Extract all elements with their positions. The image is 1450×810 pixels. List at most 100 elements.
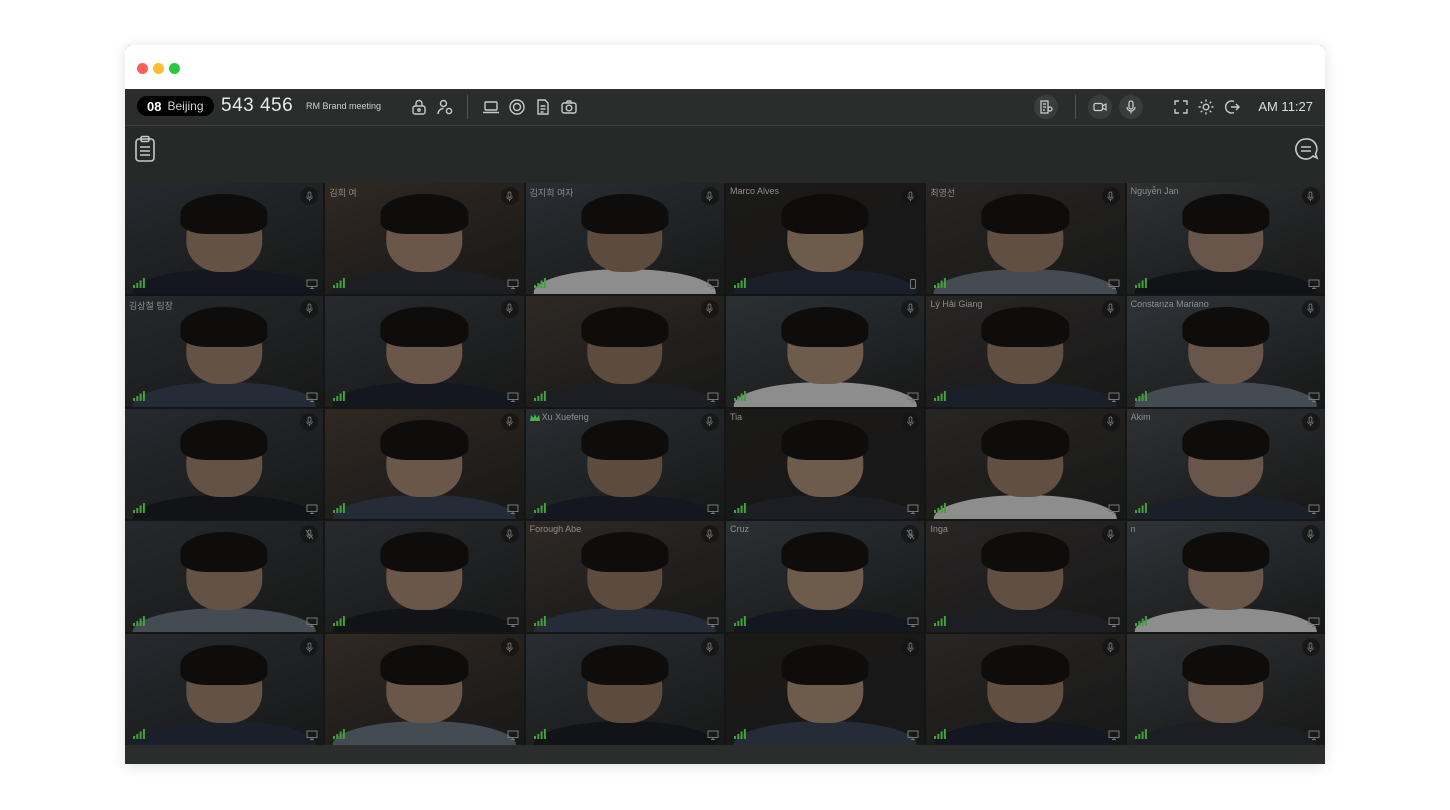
- mic-icon[interactable]: [500, 299, 519, 318]
- mic-icon[interactable]: [1101, 299, 1120, 318]
- desktop-device-icon: [1108, 730, 1120, 740]
- participant-tile[interactable]: Nguyễn Jan: [1126, 183, 1325, 294]
- participant-name: Xu Xuefeng: [541, 411, 589, 422]
- participant-tile[interactable]: [725, 634, 925, 745]
- participant-tile[interactable]: [325, 634, 524, 745]
- signal-strength-icon: [1134, 277, 1147, 288]
- participant-tile[interactable]: Akim: [1126, 408, 1325, 520]
- participant-tile[interactable]: 최영선: [926, 183, 1125, 294]
- signal-strength-icon: [533, 616, 546, 627]
- chat-icon[interactable]: [1293, 135, 1319, 163]
- zoom-window-button[interactable]: [169, 63, 180, 74]
- video-overlay: [525, 521, 724, 633]
- signal-strength-icon: [733, 503, 746, 514]
- participant-tile[interactable]: Xu Xuefeng: [525, 408, 724, 520]
- participant-tile[interactable]: n: [1126, 521, 1325, 633]
- participant-tile[interactable]: [325, 408, 524, 520]
- signal-strength-icon: [133, 729, 145, 739]
- participant-tile[interactable]: [525, 634, 724, 745]
- signal-strength-icon: [333, 277, 346, 288]
- signal-strength-icon: [333, 616, 346, 627]
- record-icon[interactable]: [507, 97, 527, 117]
- participant-tile[interactable]: [125, 634, 324, 745]
- laptop-icon[interactable]: [481, 97, 501, 117]
- participant-tile[interactable]: Marco Alves: [725, 183, 925, 294]
- close-window-button[interactable]: [137, 63, 148, 74]
- participant-tile[interactable]: Lý Hải Giang: [926, 295, 1125, 407]
- fullscreen-icon[interactable]: [1171, 97, 1191, 117]
- signal-strength-icon: [934, 277, 947, 288]
- mic-icon[interactable]: [500, 638, 519, 657]
- participant-tile[interactable]: Inga: [926, 521, 1125, 633]
- mic-icon[interactable]: [700, 299, 719, 318]
- mic-icon[interactable]: [901, 412, 920, 431]
- video-overlay: [125, 408, 324, 520]
- mic-icon[interactable]: [1301, 187, 1320, 205]
- participant-tile[interactable]: [926, 634, 1125, 745]
- participant-tile[interactable]: 김상철 팀장: [125, 295, 324, 407]
- participant-tile[interactable]: [325, 521, 524, 633]
- participant-tile[interactable]: Cruz: [725, 521, 925, 633]
- mic-icon[interactable]: [1101, 525, 1120, 544]
- mic-icon[interactable]: [1101, 412, 1120, 431]
- mic-icon[interactable]: [700, 187, 719, 205]
- video-overlay: [125, 295, 324, 407]
- lock-icon[interactable]: [409, 97, 429, 117]
- participant-tile[interactable]: Constanza Mariano: [1126, 295, 1325, 407]
- participant-tile[interactable]: Tia: [725, 408, 925, 520]
- video-overlay: [525, 295, 724, 407]
- participant-tile[interactable]: [525, 295, 724, 407]
- video-overlay: [725, 634, 925, 745]
- mic-icon[interactable]: [1101, 638, 1120, 657]
- document-icon[interactable]: [533, 97, 553, 117]
- participant-tile[interactable]: 김지희 여자: [525, 183, 724, 294]
- participant-tile[interactable]: [125, 183, 324, 294]
- mic-icon[interactable]: [500, 412, 519, 431]
- video-overlay: [926, 408, 1125, 520]
- mic-icon[interactable]: [1301, 412, 1320, 431]
- signal-strength-icon: [133, 390, 145, 401]
- minimize-window-button[interactable]: [153, 63, 164, 74]
- participant-tile[interactable]: 김희 여: [325, 183, 524, 294]
- camera-icon[interactable]: [559, 97, 579, 117]
- exit-icon[interactable]: [1222, 97, 1242, 117]
- participant-name: 김희 여: [329, 188, 357, 198]
- mic-icon[interactable]: [500, 525, 519, 544]
- video-overlay: [1126, 295, 1325, 407]
- desktop-device-icon: [1308, 730, 1320, 740]
- mic-icon[interactable]: [1301, 299, 1320, 318]
- participant-name: 최영선: [930, 188, 956, 198]
- participant-name: Inga: [930, 524, 948, 535]
- video-overlay: [725, 521, 925, 633]
- room-badge: 08 Beijing: [137, 96, 214, 116]
- mic-icon[interactable]: [300, 412, 319, 431]
- video-overlay: [325, 183, 524, 294]
- desktop-device-icon: [1108, 392, 1120, 402]
- user-settings-icon[interactable]: [435, 97, 455, 117]
- video-overlay: [525, 183, 724, 294]
- mic-icon[interactable]: [500, 187, 519, 205]
- signal-strength-icon: [934, 729, 947, 739]
- video-icon[interactable]: [1088, 95, 1112, 119]
- participant-grid: 김희 여 김지희 여자 Marco Alves 최영선 Nguyễn Jan 김상철 팀장…: [125, 183, 1325, 745]
- clipboard-icon[interactable]: [133, 135, 157, 163]
- participant-tile[interactable]: [725, 295, 925, 407]
- participants-list-icon[interactable]: [1034, 95, 1058, 119]
- participant-tile[interactable]: [325, 295, 524, 407]
- signal-strength-icon: [533, 390, 546, 401]
- toolbar-separator: [1075, 95, 1076, 119]
- participant-tile[interactable]: [125, 521, 324, 633]
- signal-strength-icon: [133, 277, 145, 288]
- mic-icon[interactable]: [1119, 95, 1143, 119]
- desktop-device-icon: [306, 504, 318, 515]
- participant-tile[interactable]: Forough Abe: [525, 521, 724, 633]
- participant-tile[interactable]: [926, 408, 1125, 520]
- participant-tile[interactable]: [125, 408, 324, 520]
- gear-icon[interactable]: [1196, 97, 1216, 117]
- video-overlay: [325, 634, 524, 745]
- participant-name: Akim: [1130, 411, 1151, 422]
- participant-tile[interactable]: [1126, 634, 1325, 745]
- participant-name: Forough Abe: [529, 524, 582, 535]
- mic-icon[interactable]: [700, 412, 719, 431]
- mic-icon[interactable]: [1101, 187, 1120, 205]
